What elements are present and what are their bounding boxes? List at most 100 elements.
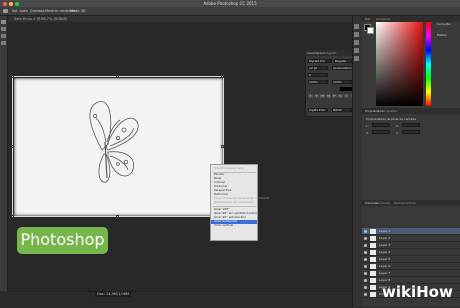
tracking-input[interactable]: 0 (308, 73, 328, 77)
minimize-window-button[interactable] (9, 2, 13, 6)
visibility-eye-icon[interactable] (364, 272, 367, 275)
layer-select-dropdown[interactable]: Camada (30, 7, 45, 15)
properties-title: Propriedades de pixel de camada (366, 117, 417, 121)
layer-row[interactable]: Layer 3 (362, 242, 460, 249)
menu-item-flip-vertical[interactable]: Virar vertical (214, 223, 233, 228)
layer-thumbnail (370, 285, 376, 290)
subscript-button[interactable]: T₁ (338, 94, 343, 98)
wikihow-watermark: wikiHow (382, 282, 453, 302)
tab-color[interactable]: Cor (365, 16, 370, 22)
layer-row[interactable]: Layer 7 (362, 270, 460, 277)
wikihow-watermark-how: How (416, 283, 453, 301)
height-field[interactable] (402, 123, 420, 127)
info-icon[interactable] (354, 56, 359, 61)
visibility-eye-icon[interactable] (364, 258, 367, 261)
small-caps-button[interactable]: Tt (326, 94, 331, 98)
superscript-button[interactable]: T¹ (332, 94, 337, 98)
tools-panel (0, 16, 8, 291)
move-tool-button[interactable] (1, 20, 6, 24)
layer-thumbnail (370, 250, 376, 255)
layer-thumbnail (370, 292, 376, 297)
document-size-readout[interactable]: Doc: 24,9M/1,06M (95, 292, 131, 297)
layer-thumbnail (370, 243, 376, 248)
menu-item-puppet-warp: Deformação de marionete (214, 200, 254, 204)
all-caps-button[interactable]: TT (320, 94, 325, 98)
x-field[interactable] (372, 130, 390, 134)
transform-handle-top-right[interactable] (221, 75, 224, 78)
background-color-swatch[interactable] (367, 27, 374, 34)
visibility-eye-icon[interactable] (364, 237, 367, 240)
visibility-eye-icon[interactable] (364, 244, 367, 247)
transform-handle-bottom-left[interactable] (11, 215, 14, 218)
y-field[interactable] (402, 130, 420, 134)
layer-thumbnail (370, 229, 376, 234)
tab-character[interactable]: Caractere (307, 50, 322, 56)
underline-button[interactable]: T (344, 94, 349, 98)
photoshop-badge-label: Photoshop (20, 230, 105, 249)
horizontal-scale-input[interactable]: 100% (332, 80, 352, 84)
y-field-label: Y: (396, 131, 399, 135)
language-select[interactable]: Inglês EUA (308, 108, 328, 112)
layer-name: Layer 2 (379, 236, 391, 240)
hue-slider[interactable] (426, 22, 431, 106)
layer-name: Layer 3 (379, 243, 391, 247)
vertical-scale-input[interactable]: 100% (308, 80, 328, 84)
visibility-eye-icon[interactable] (364, 251, 367, 254)
status-bar (8, 291, 360, 308)
width-field[interactable] (372, 123, 390, 127)
adjustments-tab[interactable]: Correção (437, 22, 460, 27)
x-field-label: X: (366, 131, 370, 135)
zoom-window-button[interactable] (15, 2, 19, 6)
layer-row[interactable]: Layer 5 (362, 256, 460, 263)
layer-row[interactable]: Layer 4 (362, 249, 460, 256)
styles-tab[interactable]: Estilos (437, 33, 460, 38)
history-icon[interactable] (354, 24, 359, 29)
font-family-select[interactable]: Myriad Pro (308, 59, 332, 63)
auto-select-option[interactable]: Sel. Auto (12, 7, 28, 15)
faux-italic-button[interactable]: T (314, 94, 319, 98)
3d-mode-option[interactable]: Modo 3D (70, 7, 86, 15)
butterfly-sketch (89, 101, 139, 183)
layer-row[interactable]: Layer 6 (362, 263, 460, 270)
wikihow-watermark-wiki: wiki (382, 283, 417, 301)
document-tab-label: Sem título-1 @ 66,7% (RGB/8) (14, 17, 68, 21)
layer-thumbnail (370, 257, 376, 262)
transform-context-menu: Transformação livre Escala Girar Inclina… (210, 164, 269, 241)
layer-name: Layer 6 (379, 264, 391, 268)
transform-handle-right[interactable] (221, 145, 224, 148)
marquee-tool-button[interactable] (1, 27, 6, 31)
close-window-button[interactable] (3, 2, 7, 6)
visibility-eye-icon[interactable] (364, 265, 367, 268)
layer-thumbnail (370, 236, 376, 241)
move-tool-icon[interactable] (3, 9, 8, 13)
menu-item-free-transform: Transformação livre (214, 166, 244, 170)
brush-tool-button[interactable] (1, 41, 6, 45)
brush-preset-icon[interactable] (354, 32, 359, 37)
window-title: Adobe Photoshop CC 2015 (203, 1, 257, 6)
layer-thumbnail (370, 278, 376, 283)
visibility-eye-icon[interactable] (364, 230, 367, 233)
visibility-eye-icon[interactable] (364, 293, 367, 296)
lasso-tool-button[interactable] (1, 34, 6, 38)
layer-row[interactable]: Layer 1 (362, 228, 460, 235)
transform-handle-top-left[interactable] (11, 75, 14, 78)
layer-thumbnail (370, 271, 376, 276)
faux-bold-button[interactable]: T (308, 94, 313, 98)
layer-name: Layer 7 (379, 271, 391, 275)
layer-name: Layer 4 (379, 250, 391, 254)
layer-row[interactable]: Layer 2 (362, 235, 460, 242)
transform-handle-bottom[interactable] (116, 215, 119, 218)
layer-name: Layer 5 (379, 257, 391, 261)
mini-panels: Correção Estilos (437, 22, 460, 62)
font-size-input[interactable]: 12 pt (308, 66, 328, 70)
transform-handle-left[interactable] (11, 145, 14, 148)
transform-handle-top[interactable] (116, 75, 119, 78)
character-icon[interactable] (354, 40, 359, 45)
antialias-select[interactable]: Nítido (332, 108, 352, 112)
visibility-eye-icon[interactable] (364, 286, 367, 289)
color-picker-field[interactable] (376, 22, 423, 106)
paragraph-icon[interactable] (354, 48, 359, 53)
layer-thumbnail (370, 264, 376, 269)
tab-paragraph[interactable]: Parágrafo (322, 50, 336, 56)
visibility-eye-icon[interactable] (364, 279, 367, 282)
